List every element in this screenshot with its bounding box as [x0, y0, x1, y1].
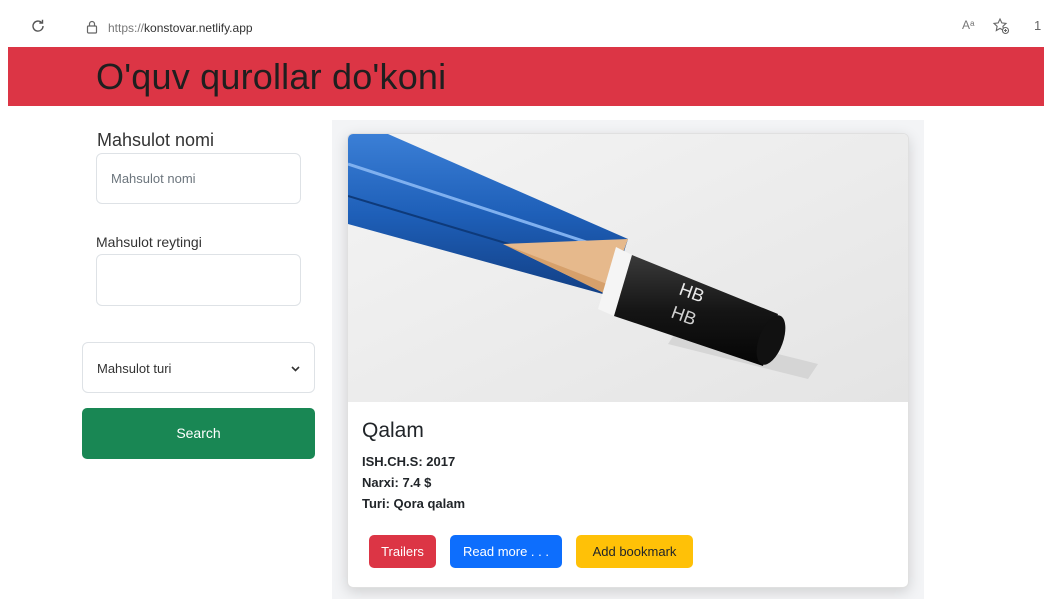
add-bookmark-button[interactable]: Add bookmark: [576, 535, 693, 568]
read-more-button[interactable]: Read more . . .: [450, 535, 562, 568]
favorites-star-icon[interactable]: [992, 17, 1010, 35]
pencil-image: HB HB: [348, 134, 908, 402]
url-protocol: https://: [108, 21, 145, 35]
trailers-button[interactable]: Trailers: [369, 535, 436, 568]
lock-icon[interactable]: [86, 20, 98, 34]
product-name-label: Mahsulot nomi: [97, 130, 215, 150]
site-header: O'quv qurollar do'koni: [8, 47, 1044, 106]
product-name: Qalam: [362, 419, 424, 442]
product-rating-input[interactable]: [96, 254, 301, 306]
browser-toolbar: https://konstovar.netlify.app Aᵃ 1: [0, 0, 1044, 47]
chevron-down-icon: [291, 366, 300, 372]
address-bar[interactable]: https://konstovar.netlify.app: [108, 21, 253, 35]
product-type: Turi: Qora qalam: [362, 496, 466, 511]
product-price: Narxi: 7.4 $: [362, 475, 432, 490]
read-aloud-icon[interactable]: Aᵃ: [962, 18, 974, 32]
url-host: konstovar.netlify.app: [144, 21, 253, 35]
product-card: HB HB Qalam ISH.CH.S: 2017 Narxi: 7.4 $ …: [347, 133, 909, 588]
toolbar-cut-icon[interactable]: 1: [1034, 18, 1041, 33]
site-title: O'quv qurollar do'koni: [96, 56, 447, 97]
product-rating-label: Mahsulot reytingi: [96, 234, 202, 250]
reload-icon[interactable]: [30, 18, 46, 34]
search-button[interactable]: Search: [82, 408, 315, 459]
product-type-select-value: Mahsulot turi: [97, 361, 172, 376]
product-year: ISH.CH.S: 2017: [362, 454, 456, 469]
product-name-input[interactable]: [96, 153, 301, 204]
product-type-select[interactable]: Mahsulot turi: [82, 342, 315, 393]
